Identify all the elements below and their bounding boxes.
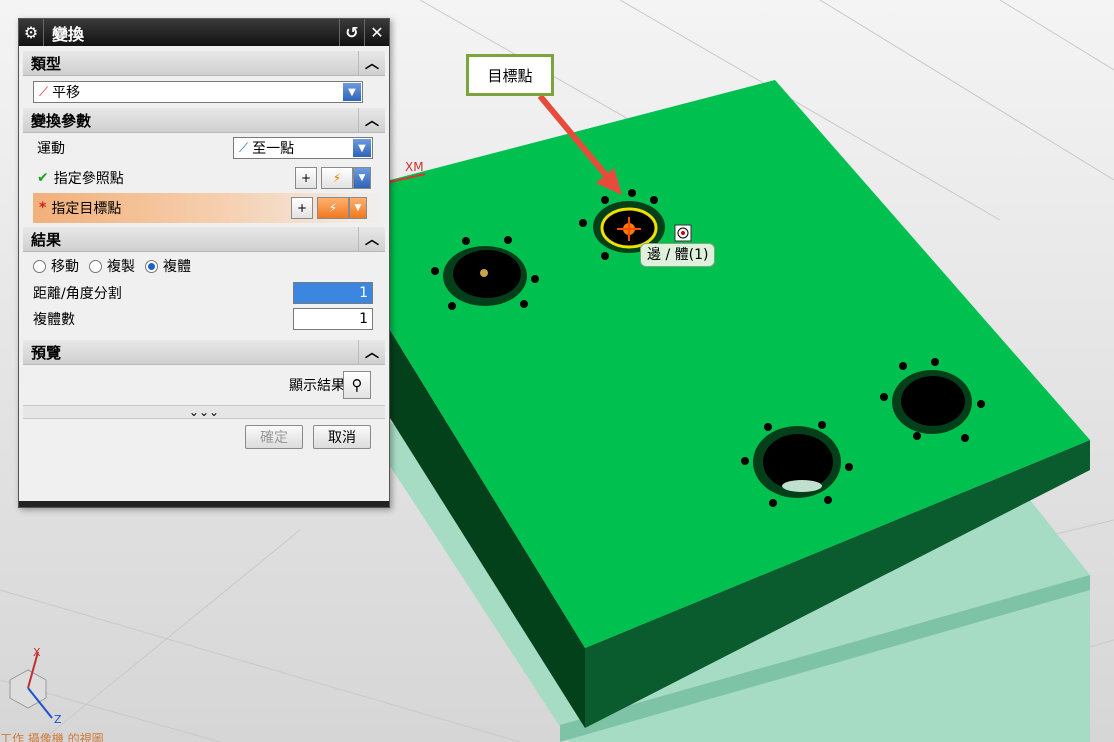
inferred-point-icon[interactable]: ⚡ xyxy=(321,167,353,189)
show-result-label: 顯示結果 xyxy=(289,378,345,394)
target-point-callout: 目標點 xyxy=(466,54,554,96)
type-combo-value: 平移 xyxy=(52,85,81,101)
chevron-up-icon[interactable]: ︿ xyxy=(358,340,385,364)
chevron-down-icon[interactable]: ▼ xyxy=(343,83,361,101)
distance-angle-label: 距離/角度分割 xyxy=(33,286,122,302)
chevron-up-icon[interactable]: ︿ xyxy=(358,227,385,251)
translate-icon: ⟋ xyxy=(39,84,49,100)
hole-bottom xyxy=(753,426,841,498)
radio-move[interactable] xyxy=(33,259,46,273)
section-type-title: 類型 xyxy=(31,54,62,73)
reset-icon[interactable]: ↺ xyxy=(339,19,364,46)
chevron-down-icon[interactable]: ▼ xyxy=(353,139,371,157)
chevron-down-icon[interactable]: ▼ xyxy=(349,197,367,219)
status-text: 工作 攝像機 的視圖 xyxy=(0,732,104,742)
target-point-row[interactable]: * 指定目標點 + ⚡ ▼ xyxy=(33,193,385,223)
copies-label: 複體數 xyxy=(33,312,75,328)
motion-label: 運動 xyxy=(37,141,65,157)
section-result-header[interactable]: 結果 ︿ xyxy=(23,227,385,252)
close-icon[interactable]: ✕ xyxy=(364,19,389,46)
view-triad xyxy=(9,651,53,719)
triad-z-label: Z xyxy=(54,713,62,726)
point-dialog-icon[interactable]: + xyxy=(291,197,313,219)
section-result-title: 結果 xyxy=(31,230,62,249)
dialog-title: 變換 xyxy=(52,24,85,44)
selection-tooltip: 邊 / 體(1) xyxy=(640,243,716,267)
section-preview-header[interactable]: 預覽 ︿ xyxy=(23,340,385,365)
ref-point-label: 指定參照點 xyxy=(53,171,124,187)
type-combo[interactable]: ⟋ 平移 ▼ xyxy=(33,81,363,103)
chevron-up-icon[interactable]: ︿ xyxy=(358,108,385,132)
section-params-header[interactable]: 變換參數 ︿ xyxy=(23,108,385,133)
inferred-point-icon[interactable]: ⚡ xyxy=(317,197,349,219)
more-options-chevrons[interactable]: ⌄⌄⌄ xyxy=(23,405,385,419)
radio-instance[interactable] xyxy=(145,259,158,273)
xm-axis-label: XM xyxy=(405,160,424,174)
radio-instance-label: 複體 xyxy=(163,259,191,275)
chevron-up-icon[interactable]: ︿ xyxy=(358,51,385,75)
distance-angle-input[interactable]: 1 xyxy=(293,282,373,304)
radio-copy[interactable] xyxy=(89,259,102,273)
magnifier-icon[interactable]: ⚲ xyxy=(343,371,371,399)
hole-right xyxy=(892,370,972,434)
check-icon: ✔ xyxy=(37,170,49,186)
triad-x-label: X xyxy=(33,646,41,659)
motion-combo[interactable]: ⟋ 至一點 ▼ xyxy=(233,137,373,159)
dialog-titlebar[interactable]: ⚙ 變換 ↺ ✕ xyxy=(19,19,389,46)
callout-label: 目標點 xyxy=(487,66,533,85)
section-preview-title: 預覽 xyxy=(31,343,62,362)
copies-input[interactable]: 1 xyxy=(293,308,373,330)
transform-dialog: ⚙ 變換 ↺ ✕ 類型 ︿ ⟋ 平移 ▼ 變換參數 ︿ 運動 ⟋ 至一點 ▼ ✔… xyxy=(18,18,390,508)
target-point-label: 指定目標點 xyxy=(51,201,122,217)
gear-icon[interactable]: ⚙ xyxy=(19,19,44,46)
cancel-button[interactable]: 取消 xyxy=(313,425,371,449)
motion-combo-value: 至一點 xyxy=(252,141,295,157)
radio-copy-label: 複製 xyxy=(107,259,135,275)
section-params-title: 變換參數 xyxy=(31,111,92,130)
required-mark: * xyxy=(39,200,47,216)
section-type-header[interactable]: 類型 ︿ xyxy=(23,51,385,76)
chevron-down-icon[interactable]: ▼ xyxy=(353,167,371,189)
ok-button[interactable]: 確定 xyxy=(245,425,303,449)
hole-left xyxy=(443,246,527,306)
radio-move-label: 移動 xyxy=(51,259,79,275)
point-dialog-icon[interactable]: + xyxy=(295,167,317,189)
point-to-point-icon: ⟋ xyxy=(239,140,249,156)
